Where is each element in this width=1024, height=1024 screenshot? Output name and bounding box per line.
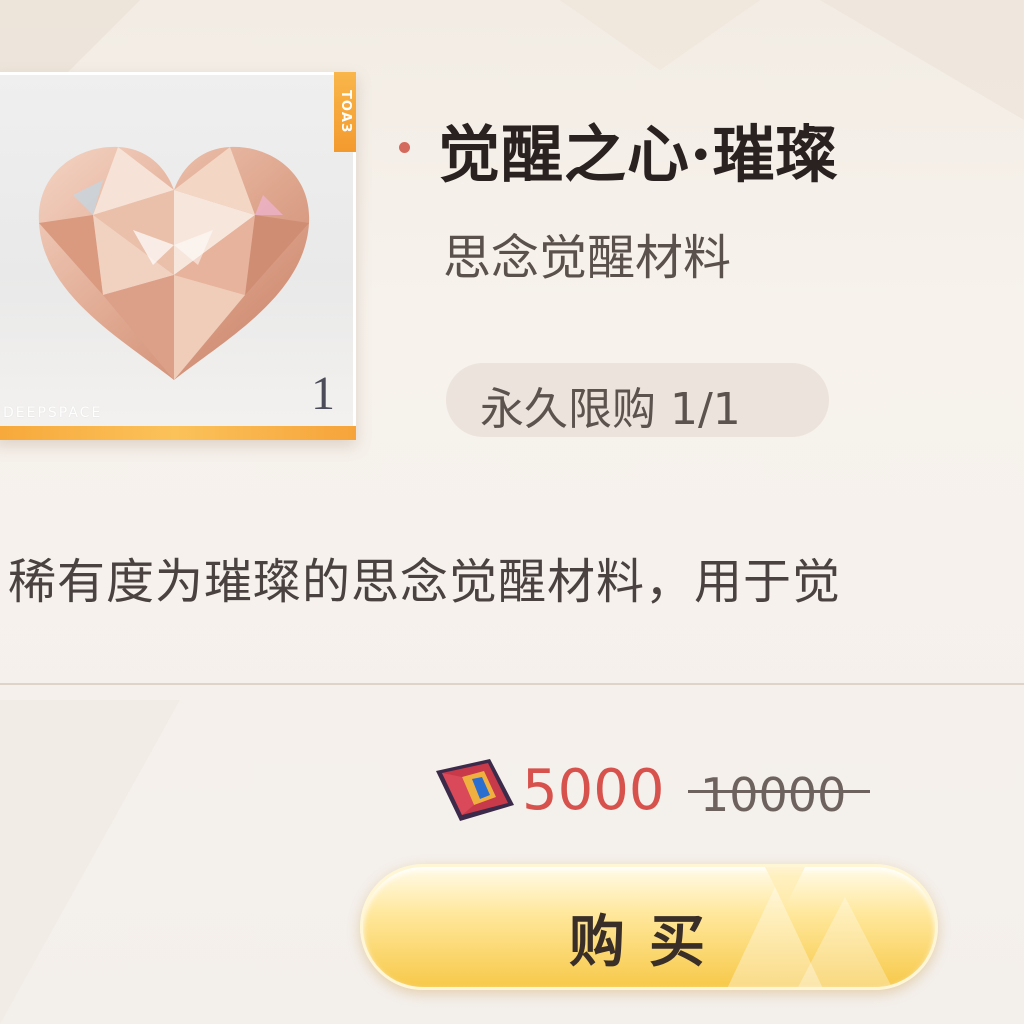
divider (0, 683, 1024, 685)
diamond-card-icon (436, 759, 514, 821)
buy-button[interactable]: 购买 (360, 864, 938, 990)
item-title: 觉醒之心·璀璨 (438, 118, 839, 191)
rarity-bar (0, 426, 356, 440)
watermark-text: DEEPSPACE (3, 405, 103, 421)
item-card[interactable]: ТОАЗ DEEPSPACE 1 (0, 72, 356, 440)
item-subtitle: 思念觉醒材料 (443, 230, 732, 286)
original-price: 10000 (700, 768, 847, 822)
faceted-heart-gem-icon (38, 146, 310, 380)
purchase-limit-text: 永久限购 1/1 (480, 384, 741, 435)
original-price-strikethrough (688, 790, 870, 793)
title-bullet (399, 142, 410, 153)
item-description: 稀有度为璀璨的思念觉醒材料，用于觉 (8, 554, 842, 610)
discount-price: 5000 (522, 758, 665, 823)
buy-button-label: 购买 (569, 909, 729, 975)
item-quantity: 1 (311, 367, 335, 420)
purchase-limit-badge: 永久限购 1/1 (446, 363, 829, 437)
rarity-tag: ТОАЗ (334, 72, 356, 152)
shop-item-detail-screen: ТОАЗ DEEPSPACE 1 觉醒之心·璀璨 思念觉醒材料 永久限购 1/1… (0, 0, 1024, 1024)
